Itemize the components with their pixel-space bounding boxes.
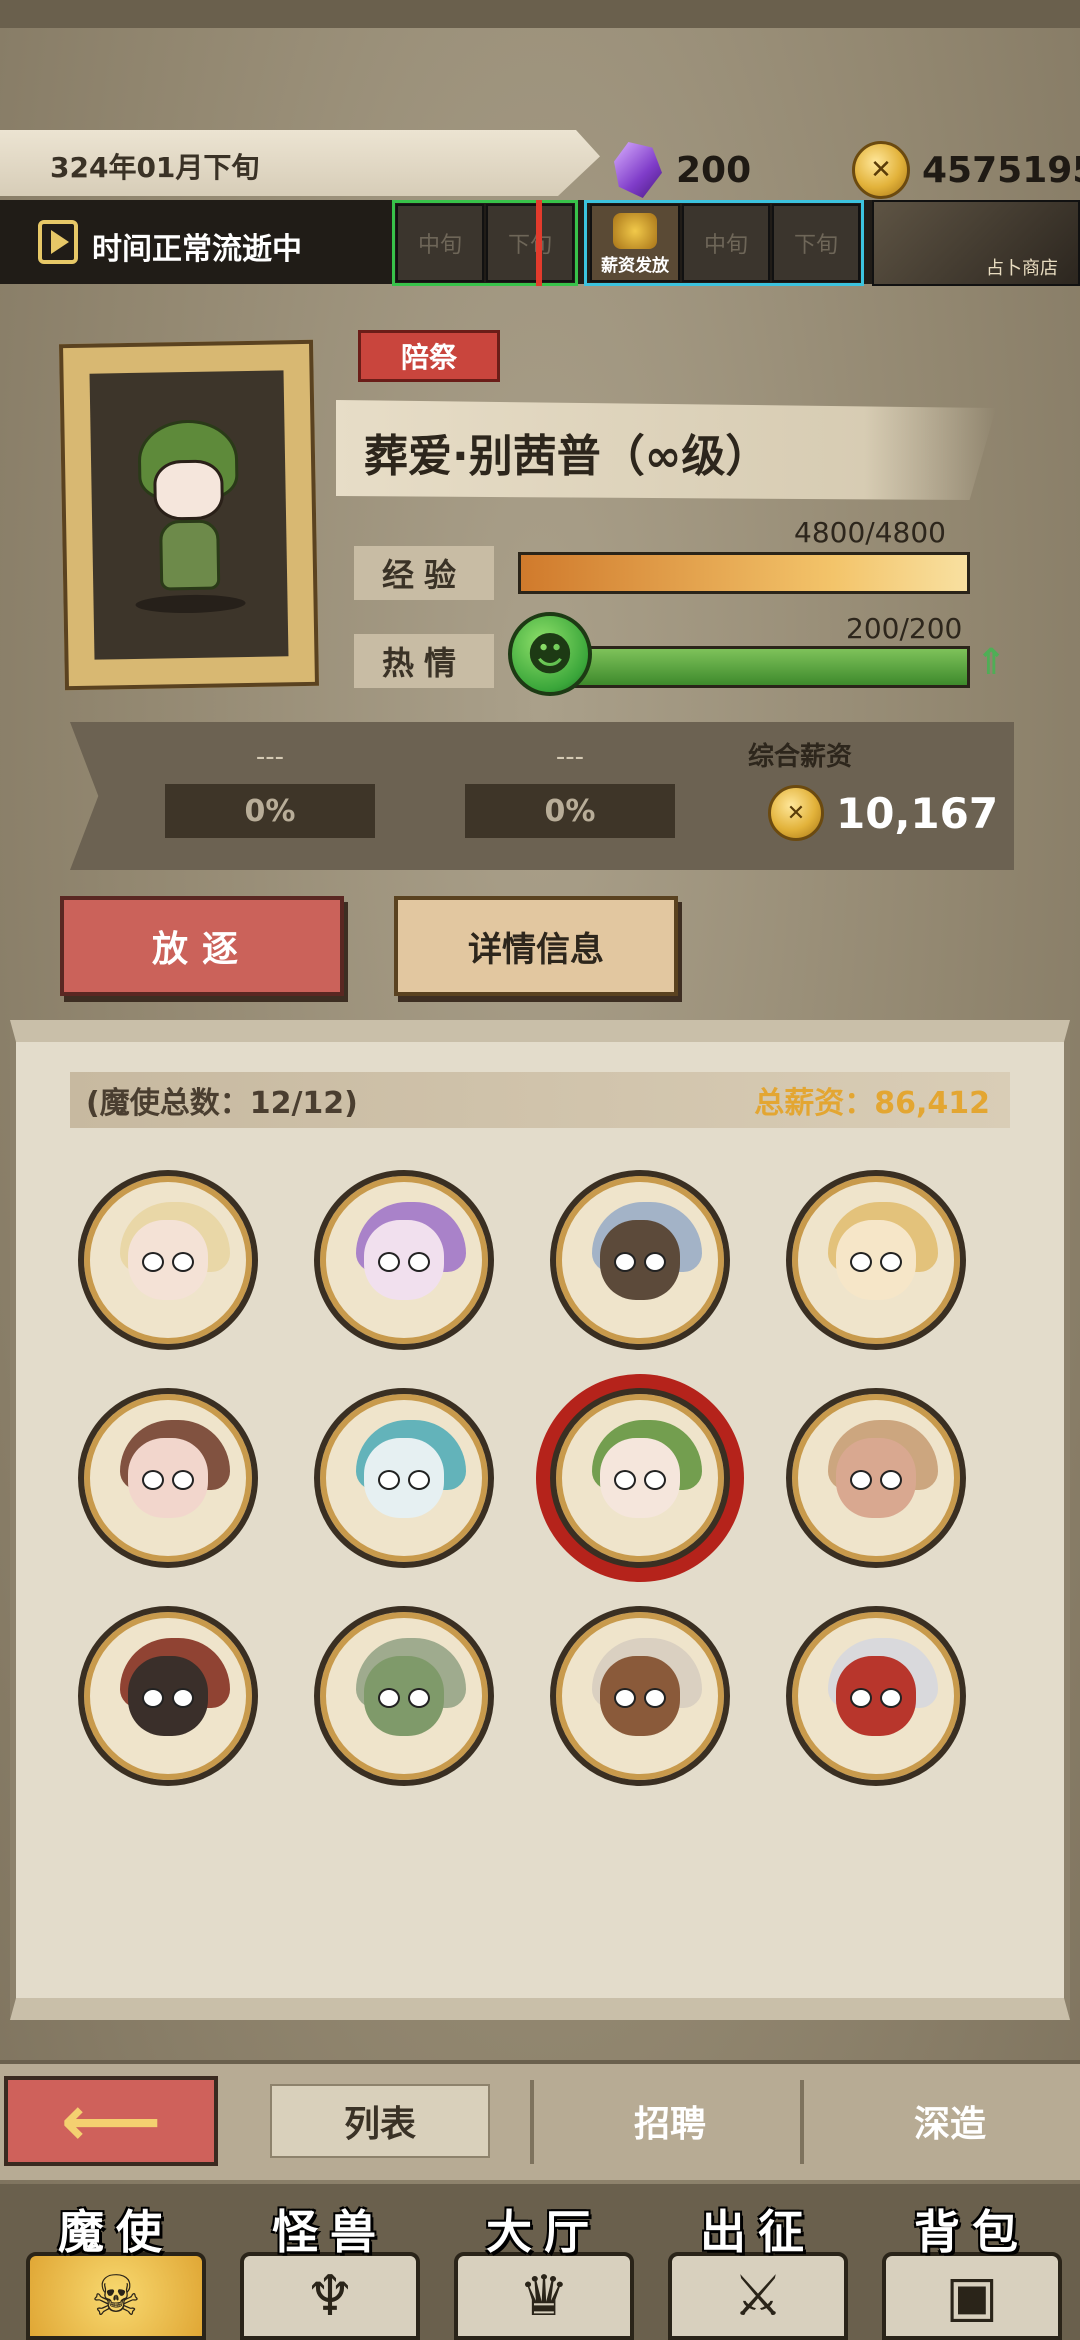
roster-avatar[interactable] bbox=[78, 1170, 258, 1350]
roster-avatar[interactable] bbox=[550, 1606, 730, 1786]
skull-icon: ☠ bbox=[26, 2252, 206, 2340]
fortune-shop-button[interactable]: 占卜商店 bbox=[872, 200, 1080, 286]
avatar-face bbox=[836, 1656, 916, 1736]
avatar-face bbox=[128, 1656, 208, 1736]
nav-hall[interactable]: 大厅 ♛ bbox=[444, 2196, 644, 2340]
nav-monster[interactable]: 怪兽 ♆ bbox=[230, 2196, 430, 2340]
roster-avatar[interactable] bbox=[78, 1606, 258, 1786]
next-period-highlight bbox=[584, 200, 864, 286]
roster-avatar[interactable] bbox=[78, 1388, 258, 1568]
roster-avatar[interactable] bbox=[550, 1388, 730, 1568]
avatar-face bbox=[128, 1438, 208, 1518]
avatar-face bbox=[364, 1220, 444, 1300]
avatar-face bbox=[364, 1656, 444, 1736]
trait-slot-title: --- bbox=[255, 742, 285, 772]
backpack-icon: ▣ bbox=[882, 2252, 1062, 2340]
trait-slot-value: 0% bbox=[465, 784, 675, 838]
roster-grid bbox=[78, 1170, 998, 1786]
avatar-face bbox=[836, 1438, 916, 1518]
arrow-up-icon: ⇑ bbox=[976, 642, 1007, 683]
time-status: 时间正常流逝中 bbox=[92, 232, 302, 267]
tab-recruit[interactable]: 招聘 bbox=[560, 2084, 780, 2158]
roster-avatar[interactable] bbox=[550, 1170, 730, 1350]
current-period-highlight bbox=[392, 200, 578, 286]
roster-total-salary: 总薪资：86,412 bbox=[754, 1086, 990, 1121]
avatar-face bbox=[836, 1220, 916, 1300]
nav-backpack[interactable]: 背包 ▣ bbox=[872, 2196, 1072, 2340]
nav-label: 大厅 bbox=[486, 2205, 602, 2259]
exp-bar bbox=[518, 552, 970, 594]
roster-avatar[interactable] bbox=[786, 1606, 966, 1786]
hall-icon: ♛ bbox=[454, 2252, 634, 2340]
character-sprite bbox=[122, 419, 255, 614]
exile-button[interactable]: 放逐 bbox=[60, 896, 344, 996]
exp-value: 4800/4800 bbox=[794, 516, 946, 549]
passion-value: 200/200 bbox=[846, 612, 963, 645]
shop-label: 占卜商店 bbox=[986, 258, 1058, 279]
game-date: 324年01月下旬 bbox=[50, 151, 260, 184]
details-button[interactable]: 详情信息 bbox=[394, 896, 678, 996]
gold-amount: 4575195 bbox=[922, 149, 1080, 191]
roster-header: (魔使总数：12/12) 总薪资：86,412 bbox=[70, 1072, 1010, 1128]
top-frame-edge bbox=[0, 0, 1080, 28]
nav-demon-envoy[interactable]: 魔使 ☠ bbox=[16, 2196, 216, 2340]
avatar-face bbox=[364, 1438, 444, 1518]
role-tag: 陪祭 bbox=[358, 330, 500, 382]
roster-avatar[interactable] bbox=[314, 1170, 494, 1350]
exp-label: 经验 bbox=[354, 546, 494, 600]
roster-avatar[interactable] bbox=[786, 1170, 966, 1350]
crystal-icon bbox=[614, 142, 662, 198]
arrow-left-icon: ⟵ bbox=[60, 2080, 162, 2162]
tab-list[interactable]: 列表 bbox=[270, 2084, 490, 2158]
roster-avatar[interactable] bbox=[314, 1388, 494, 1568]
trait-slot-title: --- bbox=[555, 742, 585, 772]
avatar-face bbox=[600, 1438, 680, 1518]
roster-count: (魔使总数：12/12) bbox=[86, 1086, 358, 1121]
time-marker bbox=[536, 200, 542, 286]
nav-label: 背包 bbox=[914, 2205, 1030, 2259]
salary-amount: 10,167 bbox=[836, 788, 999, 838]
salary-summary: 综合薪资 ✕ 10,167 bbox=[724, 730, 1006, 860]
back-button[interactable]: ⟵ bbox=[4, 2076, 218, 2166]
trait-slot-value: 0% bbox=[165, 784, 375, 838]
happy-face-icon: ☻ bbox=[508, 612, 592, 696]
avatar-face bbox=[600, 1220, 680, 1300]
passion-label: 热情 bbox=[354, 634, 494, 688]
nav-label: 出征 bbox=[700, 2205, 816, 2259]
trait-slot-1[interactable]: --- 0% bbox=[140, 730, 400, 860]
passion-bar-fill bbox=[563, 649, 967, 685]
passion-bar bbox=[560, 646, 970, 688]
divider bbox=[530, 2080, 534, 2164]
gold-coin-icon: ✕ bbox=[852, 141, 910, 199]
character-name: 葬爱·别茜普（∞级） bbox=[364, 431, 770, 482]
nav-label: 魔使 bbox=[58, 2205, 174, 2259]
crystal-amount: 200 bbox=[676, 149, 752, 191]
salary-title: 综合薪资 bbox=[748, 742, 853, 772]
gold-coin-icon: ✕ bbox=[768, 785, 824, 841]
trait-slot-2[interactable]: --- 0% bbox=[440, 730, 700, 860]
crystal-counter[interactable]: 200 bbox=[614, 140, 751, 200]
divider bbox=[800, 2080, 804, 2164]
tab-deep-study[interactable]: 深造 bbox=[840, 2084, 1060, 2158]
play-icon[interactable] bbox=[38, 220, 78, 264]
exp-bar-fill bbox=[521, 555, 967, 591]
avatar-face bbox=[128, 1220, 208, 1300]
roster-avatar[interactable] bbox=[314, 1606, 494, 1786]
avatar-face bbox=[600, 1656, 680, 1736]
gold-counter[interactable]: ✕ 4575195 bbox=[852, 140, 1080, 200]
character-portrait bbox=[59, 339, 319, 691]
nav-expedition[interactable]: 出征 ⚔ bbox=[658, 2196, 858, 2340]
expedition-icon: ⚔ bbox=[668, 2252, 848, 2340]
roster-avatar[interactable] bbox=[786, 1388, 966, 1568]
monster-icon: ♆ bbox=[240, 2252, 420, 2340]
nav-label: 怪兽 bbox=[272, 2205, 388, 2259]
